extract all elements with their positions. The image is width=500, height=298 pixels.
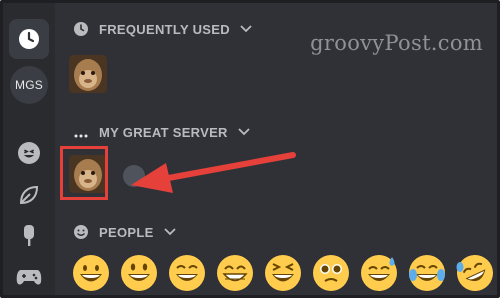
section-people: PEOPLE (73, 224, 176, 240)
monkey-image (69, 55, 107, 93)
chevron-down-icon[interactable] (240, 25, 252, 33)
grinning-face-emoji[interactable] (69, 251, 113, 295)
gamepad-icon (16, 270, 42, 285)
chevron-down-icon[interactable] (163, 228, 176, 236)
category-rail: MGS (3, 3, 55, 295)
section-title: PEOPLE (99, 224, 154, 240)
smiley-icon (18, 142, 40, 164)
teary-face-emoji[interactable] (309, 251, 353, 295)
section-title: FREQUENTLY USED (99, 21, 230, 37)
clock-icon (19, 29, 39, 49)
emoji-placeholder (123, 165, 145, 187)
leaf-icon (19, 185, 39, 205)
emoji-picker: MGS groovyPost.com FREQUENTLY USED MY GR… (0, 0, 500, 298)
category-activities-button[interactable] (9, 257, 49, 295)
rolling-laughing-emoji[interactable] (453, 251, 497, 295)
sweat-smile-emoji[interactable] (357, 251, 401, 295)
category-food-button[interactable] (9, 216, 49, 256)
highlight-box (60, 146, 108, 200)
server-mgs-label: MGS (15, 78, 43, 92)
section-title: MY GREAT SERVER (99, 124, 228, 140)
section-frequently-used: FREQUENTLY USED (73, 21, 252, 37)
smiley-icon (73, 224, 89, 240)
clock-icon (73, 21, 89, 37)
watermark: groovyPost.com (310, 31, 483, 55)
emoji-grid: groovyPost.com FREQUENTLY USED MY GREAT … (55, 3, 497, 295)
monkey-emoji[interactable] (69, 55, 107, 93)
laughing-face-emoji[interactable] (261, 251, 305, 295)
category-recent-button[interactable] (9, 19, 49, 59)
ellipsis-icon (73, 124, 89, 140)
smiling-face-open-mouth-emoji[interactable] (117, 251, 161, 295)
people-emoji-row (69, 251, 497, 295)
beaming-face-emoji[interactable] (213, 251, 257, 295)
category-nature-button[interactable] (9, 175, 49, 215)
category-smileys-button[interactable] (9, 133, 49, 173)
tears-of-joy-emoji[interactable] (405, 251, 449, 295)
section-my-great-server: MY GREAT SERVER (73, 124, 250, 140)
chevron-down-icon[interactable] (238, 128, 250, 136)
server-mgs-button[interactable]: MGS (10, 66, 48, 104)
popsicle-icon (24, 225, 34, 246)
grinning-squinting-emoji[interactable] (165, 251, 209, 295)
